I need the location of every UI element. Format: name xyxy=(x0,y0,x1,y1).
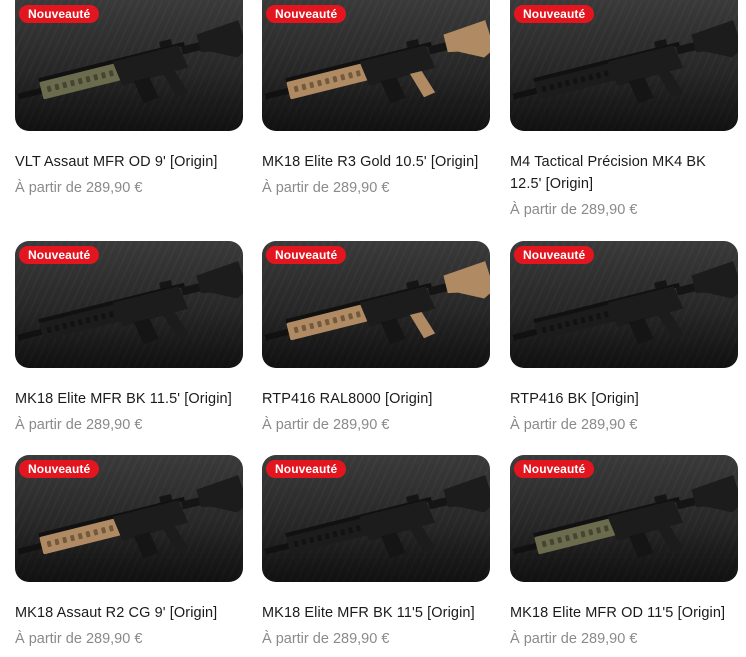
product-image[interactable]: Nouveauté xyxy=(262,455,490,582)
price-prefix: À partir de xyxy=(262,180,329,196)
product-image[interactable]: Nouveauté xyxy=(15,0,243,131)
product-price: À partir de 289,90 € xyxy=(262,414,492,436)
product-title[interactable]: MK18 Elite R3 Gold 10.5' [Origin] xyxy=(262,151,492,173)
product-price: À partir de 289,90 € xyxy=(262,177,492,199)
new-badge: Nouveauté xyxy=(266,460,347,478)
price-value: 289,90 € xyxy=(85,631,143,647)
product-title[interactable]: RTP416 BK [Origin] xyxy=(510,388,740,410)
new-badge: Nouveauté xyxy=(19,460,100,478)
product-title[interactable]: MK18 Assaut R2 CG 9' [Origin] xyxy=(15,602,245,624)
price-value: 289,90 € xyxy=(580,631,638,647)
product-card[interactable]: Nouveauté MK18 Elite MFR OD 11'5 [Origin… xyxy=(510,455,740,650)
new-badge: Nouveauté xyxy=(514,246,595,264)
product-card[interactable]: Nouveauté MK18 Elite R3 Gold 10.5' [Orig… xyxy=(262,0,492,199)
price-prefix: À partir de xyxy=(262,631,329,647)
product-card[interactable]: Nouveauté M4 Tactical Précision MK4 BK 1… xyxy=(510,0,740,221)
price-value: 289,90 € xyxy=(332,417,390,433)
price-prefix: À partir de xyxy=(262,417,329,433)
price-prefix: À partir de xyxy=(15,417,82,433)
product-title[interactable]: MK18 Elite MFR BK 11.5' [Origin] xyxy=(15,388,245,410)
price-value: 289,90 € xyxy=(85,417,143,433)
new-badge: Nouveauté xyxy=(266,246,347,264)
product-image[interactable]: Nouveauté xyxy=(262,0,490,131)
product-link[interactable]: Nouveauté MK18 Elite MFR OD 11'5 [Origin… xyxy=(510,455,740,624)
product-price: À partir de 289,90 € xyxy=(15,414,245,436)
product-link[interactable]: Nouveauté MK18 Elite MFR BK 11'5 [Origin… xyxy=(262,455,492,624)
product-image[interactable]: Nouveauté xyxy=(510,0,738,131)
new-badge: Nouveauté xyxy=(514,5,595,23)
product-card[interactable]: Nouveauté MK18 Assaut R2 CG 9' [Origin] … xyxy=(15,455,245,650)
product-link[interactable]: Nouveauté VLT Assaut MFR OD 9' [Origin] xyxy=(15,0,245,173)
product-price: À partir de 289,90 € xyxy=(510,414,740,436)
product-price: À partir de 289,90 € xyxy=(262,628,492,650)
product-card[interactable]: Nouveauté VLT Assaut MFR OD 9' [Origin] … xyxy=(15,0,245,199)
price-value: 289,90 € xyxy=(580,417,638,433)
price-prefix: À partir de xyxy=(510,631,577,647)
product-link[interactable]: Nouveauté MK18 Elite MFR BK 11.5' [Origi… xyxy=(15,241,245,410)
product-card[interactable]: Nouveauté RTP416 BK [Origin] À partir de… xyxy=(510,241,740,436)
product-price: À partir de 289,90 € xyxy=(15,628,245,650)
new-badge: Nouveauté xyxy=(19,5,100,23)
price-value: 289,90 € xyxy=(580,202,638,218)
product-link[interactable]: Nouveauté M4 Tactical Précision MK4 BK 1… xyxy=(510,0,740,195)
product-image[interactable]: Nouveauté xyxy=(262,241,490,368)
product-title[interactable]: RTP416 RAL8000 [Origin] xyxy=(262,388,492,410)
product-card[interactable]: Nouveauté MK18 Elite MFR BK 11'5 [Origin… xyxy=(262,455,492,650)
product-price: À partir de 289,90 € xyxy=(510,199,740,221)
product-grid: Nouveauté VLT Assaut MFR OD 9' [Origin] … xyxy=(0,0,746,657)
product-card[interactable]: Nouveauté MK18 Elite MFR BK 11.5' [Origi… xyxy=(15,241,245,436)
product-card[interactable]: Nouveauté RTP416 RAL8000 [Origin] À part… xyxy=(262,241,492,436)
price-prefix: À partir de xyxy=(15,631,82,647)
product-image[interactable]: Nouveauté xyxy=(15,241,243,368)
product-link[interactable]: Nouveauté MK18 Assaut R2 CG 9' [Origin] xyxy=(15,455,245,624)
product-image[interactable]: Nouveauté xyxy=(510,241,738,368)
product-title[interactable]: MK18 Elite MFR OD 11'5 [Origin] xyxy=(510,602,740,624)
new-badge: Nouveauté xyxy=(514,460,595,478)
product-link[interactable]: Nouveauté MK18 Elite R3 Gold 10.5' [Orig… xyxy=(262,0,492,173)
price-value: 289,90 € xyxy=(332,631,390,647)
new-badge: Nouveauté xyxy=(266,5,347,23)
product-price: À partir de 289,90 € xyxy=(15,177,245,199)
price-value: 289,90 € xyxy=(332,180,390,196)
product-image[interactable]: Nouveauté xyxy=(510,455,738,582)
new-badge: Nouveauté xyxy=(19,246,100,264)
price-prefix: À partir de xyxy=(15,180,82,196)
price-value: 289,90 € xyxy=(85,180,143,196)
price-prefix: À partir de xyxy=(510,202,577,218)
product-image[interactable]: Nouveauté xyxy=(15,455,243,582)
price-prefix: À partir de xyxy=(510,417,577,433)
product-price: À partir de 289,90 € xyxy=(510,628,740,650)
product-link[interactable]: Nouveauté RTP416 BK [Origin] xyxy=(510,241,740,410)
product-title[interactable]: VLT Assaut MFR OD 9' [Origin] xyxy=(15,151,245,173)
product-title[interactable]: MK18 Elite MFR BK 11'5 [Origin] xyxy=(262,602,492,624)
product-link[interactable]: Nouveauté RTP416 RAL8000 [Origin] xyxy=(262,241,492,410)
product-title[interactable]: M4 Tactical Précision MK4 BK 12.5' [Orig… xyxy=(510,151,740,195)
